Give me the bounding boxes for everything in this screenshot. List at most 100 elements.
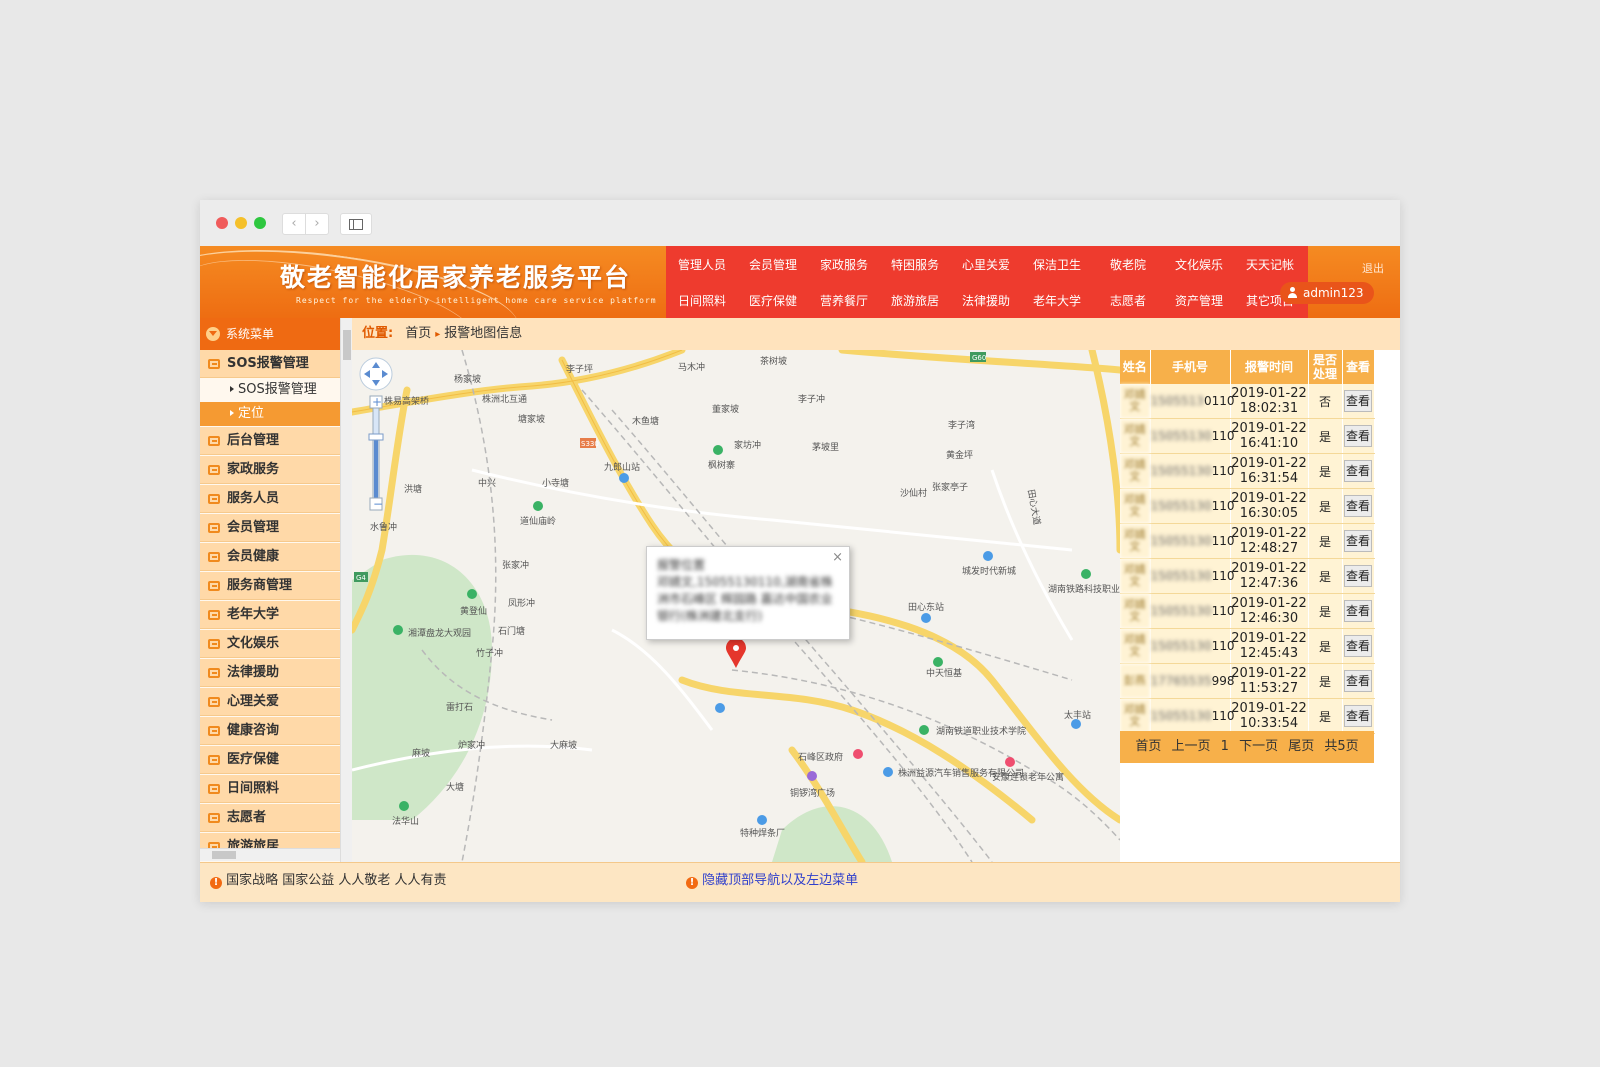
breadcrumb-current: 报警地图信息 — [444, 326, 523, 341]
scroll-thumb[interactable] — [212, 851, 236, 859]
page-current[interactable]: 1 — [1221, 739, 1229, 754]
alarm-name: 彭燕 — [1120, 663, 1151, 699]
menu-psych-care[interactable]: 心理关爱 — [200, 688, 340, 716]
map-label: 黄登仙 — [460, 605, 487, 617]
alarm-time: 2019-01-22 12:47:36 — [1230, 558, 1309, 594]
menu-housekeeping[interactable]: 家政服务 — [200, 456, 340, 484]
menu-member-health[interactable]: 会员健康 — [200, 543, 340, 571]
menu-label: 老年大学 — [227, 607, 280, 622]
alarm-view-cell: 查看 — [1342, 488, 1375, 524]
view-button[interactable]: 查看 — [1344, 600, 1372, 622]
nav-travel[interactable]: 旅游旅居 — [879, 292, 951, 309]
zoom-slider-handle[interactable] — [368, 433, 384, 441]
menu-sos[interactable]: SOS报警管理 — [200, 350, 340, 378]
nav-day-care[interactable]: 日间照料 — [666, 292, 738, 309]
nav-entertainment[interactable]: 文化娱乐 — [1163, 256, 1235, 273]
map-label: 石峰区政府 — [798, 751, 843, 763]
map-label: 大麻坡 — [550, 739, 577, 751]
scroll-thumb[interactable] — [343, 330, 351, 360]
menu-label: 法律援助 — [227, 665, 280, 680]
alarm-name: 邓婧文 — [1120, 453, 1151, 489]
user-badge[interactable]: admin123 — [1280, 282, 1374, 304]
menu-title[interactable]: 系统菜单 — [200, 318, 340, 350]
nav-nursing-home[interactable]: 敬老院 — [1092, 256, 1164, 273]
chat-icon — [208, 639, 220, 649]
page-last[interactable]: 尾页 — [1288, 739, 1314, 754]
table-row: 邓婧文 15055130110 2019-01-22 12:46:30 是查看 — [1120, 593, 1375, 629]
station-icon — [921, 613, 931, 623]
menu-health-consult[interactable]: 健康咨询 — [200, 717, 340, 745]
view-button[interactable]: 查看 — [1344, 565, 1372, 587]
map-label: 李子冲 — [798, 393, 825, 405]
alarm-clock: 12:45:43 — [1239, 646, 1299, 661]
hide-navigation-link[interactable]: ! 隐藏顶部导航以及左边菜单 — [686, 869, 858, 889]
back-button[interactable]: ‹ — [282, 213, 306, 235]
document-icon — [208, 494, 220, 504]
view-button[interactable]: 查看 — [1344, 670, 1372, 692]
view-button[interactable]: 查看 — [1344, 460, 1372, 482]
alarm-date: 2019-01-22 — [1231, 386, 1307, 401]
submenu-sos-management[interactable]: SOS报警管理 — [200, 378, 340, 402]
nav-healthcare[interactable]: 医疗保健 — [737, 292, 809, 309]
logout-link[interactable]: 退出 — [1362, 260, 1384, 276]
col-phone: 手机号 — [1150, 350, 1231, 384]
menu-backend[interactable]: 后台管理 — [200, 427, 340, 455]
nav-daily-accounts[interactable]: 天天记帐 — [1234, 256, 1306, 273]
view-button[interactable]: 查看 — [1344, 635, 1372, 657]
view-button[interactable]: 查看 — [1344, 705, 1372, 727]
alarm-handled: 是 — [1308, 593, 1343, 629]
view-button[interactable]: 查看 — [1344, 495, 1372, 517]
chat-icon — [208, 610, 220, 620]
breadcrumb-home[interactable]: 首页 — [405, 326, 431, 341]
menu-entertainment[interactable]: 文化娱乐 — [200, 630, 340, 658]
menu-legal-aid[interactable]: 法律援助 — [200, 659, 340, 687]
mall-icon — [807, 771, 817, 781]
nav-assets[interactable]: 资产管理 — [1163, 292, 1235, 309]
nav-housekeeping[interactable]: 家政服务 — [808, 256, 880, 273]
alarm-map[interactable]: S330 G60 G4 株洲北互通 株易高架桥 九郎山站 枫树寨 道仙庙岭 城发… — [352, 350, 1120, 862]
nav-legal-aid[interactable]: 法律援助 — [950, 292, 1022, 309]
menu-horizontal-scrollbar[interactable] — [200, 848, 340, 861]
nav-cleaning[interactable]: 保洁卫生 — [1021, 256, 1093, 273]
phone-masked: 15055130 — [1150, 639, 1212, 653]
username: admin123 — [1303, 286, 1364, 300]
menu-day-care[interactable]: 日间照料 — [200, 775, 340, 803]
menu-senior-university[interactable]: 老年大学 — [200, 601, 340, 629]
view-button[interactable]: 查看 — [1344, 425, 1372, 447]
alarm-name: 邓婧文 — [1120, 523, 1151, 559]
page-first[interactable]: 首页 — [1135, 739, 1161, 754]
menu-members[interactable]: 会员管理 — [200, 514, 340, 542]
submenu-label: SOS报警管理 — [238, 382, 317, 397]
submenu-location[interactable]: 定位 — [200, 402, 340, 426]
page-next[interactable]: 下一页 — [1239, 739, 1278, 754]
nav-nutrition[interactable]: 营养餐厅 — [808, 292, 880, 309]
map-label: S330 — [581, 440, 599, 448]
chat-icon — [208, 359, 220, 369]
map-label: 沙仙村 — [900, 487, 927, 499]
menu-providers[interactable]: 服务商管理 — [200, 572, 340, 600]
phone-masked: 15055130 — [1150, 604, 1212, 618]
menu-staff[interactable]: 服务人员 — [200, 485, 340, 513]
close-window-button[interactable] — [216, 217, 228, 229]
nav-managers[interactable]: 管理人员 — [666, 256, 738, 273]
view-button[interactable]: 查看 — [1344, 390, 1372, 412]
map-label: 枫树寨 — [708, 459, 735, 471]
view-button[interactable]: 查看 — [1344, 530, 1372, 552]
map-label: 凤形冲 — [508, 597, 535, 609]
forward-button[interactable]: › — [305, 213, 329, 235]
nav-volunteers[interactable]: 志愿者 — [1092, 292, 1164, 309]
maximize-window-button[interactable] — [254, 217, 266, 229]
page-prev[interactable]: 上一页 — [1171, 739, 1210, 754]
nav-mental-care[interactable]: 心里关爱 — [950, 256, 1022, 273]
alarm-clock: 10:33:54 — [1239, 716, 1299, 731]
menu-volunteers[interactable]: 志愿者 — [200, 804, 340, 832]
minimize-window-button[interactable] — [235, 217, 247, 229]
menu-healthcare[interactable]: 医疗保健 — [200, 746, 340, 774]
sidebar-toggle-button[interactable] — [340, 213, 372, 235]
alarm-clock: 12:47:36 — [1239, 576, 1299, 591]
menu-label: SOS报警管理 — [227, 356, 309, 371]
nav-members[interactable]: 会员管理 — [737, 256, 809, 273]
nav-poverty-service[interactable]: 特困服务 — [879, 256, 951, 273]
table-row: 邓婧文 15055130110 2019-01-22 12:47:36 是查看 — [1120, 558, 1375, 594]
nav-senior-university[interactable]: 老年大学 — [1021, 292, 1093, 309]
